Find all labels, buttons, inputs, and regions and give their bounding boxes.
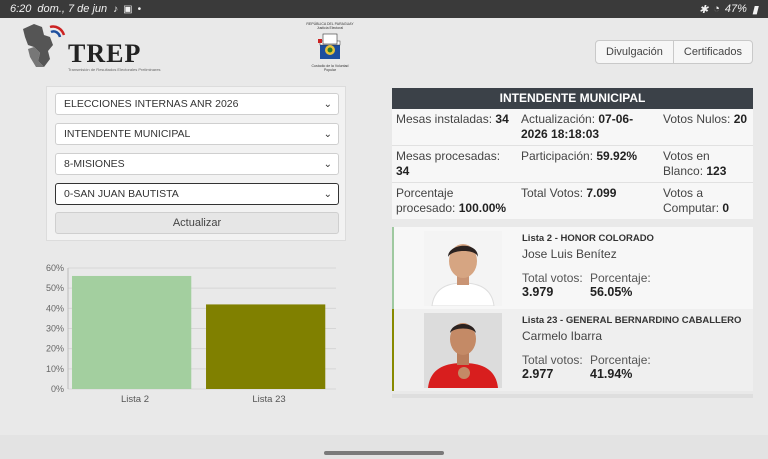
- certificados-button[interactable]: Certificados: [672, 41, 752, 63]
- header-button-group: Divulgación Certificados: [595, 40, 753, 64]
- dot-icon: •: [137, 3, 142, 15]
- status-notification-icons: ♪ ▣ •: [113, 4, 141, 15]
- tiktok-icon: ♪: [113, 3, 119, 15]
- results-title: INTENDENTE MUNICIPAL: [392, 88, 753, 109]
- candidate-name: Carmelo Ibarra: [522, 329, 603, 343]
- candidate-total-votes: Total votos: 3.979: [522, 271, 583, 299]
- wifi-icon: ◔: [713, 3, 720, 15]
- y-tick-label: 50%: [46, 283, 64, 293]
- logo-text: TREP: [68, 39, 142, 68]
- candidate-card: Lista 2 - HONOR COLORADO Jose Luis Benít…: [392, 227, 753, 309]
- chevron-down-icon: ⌄: [323, 99, 332, 110]
- candidate-photo: [424, 313, 502, 388]
- battery-icon: ▮: [751, 3, 758, 16]
- chevron-down-icon: ⌄: [323, 159, 332, 170]
- crest-bottom-text: Custodio de la Voluntad Popular: [311, 64, 349, 72]
- stat-mesas-instaladas: Mesas instaladas: 34: [392, 109, 517, 146]
- y-tick-label: 60%: [46, 263, 64, 273]
- y-tick-label: 10%: [46, 364, 64, 374]
- candidate-percentage: Porcentaje: 56.05%: [590, 271, 651, 299]
- stat-porcentaje-procesado: Porcentaje procesado: 100.00%: [396, 186, 507, 215]
- candidate-total-votes: Total votos: 2.977: [522, 353, 583, 381]
- results-panel: INTENDENTE MUNICIPAL Mesas instaladas: 3…: [392, 88, 753, 391]
- person-photo-icon: [424, 231, 502, 306]
- trep-logo[interactable]: TREP Transmisión de Resultados Electoral…: [20, 21, 161, 72]
- position-select-value: INTENDENTE MUNICIPAL: [64, 128, 191, 140]
- x-tick-label: Lista 2: [121, 394, 149, 405]
- status-date: dom., 7 de jun: [37, 3, 108, 15]
- chevron-down-icon: ⌄: [323, 189, 332, 200]
- candidate-photo: [424, 231, 502, 306]
- stat-total-votos: Total Votos: 7.099: [521, 186, 617, 200]
- person-photo-icon: [424, 313, 502, 388]
- y-tick-label: 20%: [46, 344, 64, 354]
- election-select[interactable]: ELECCIONES INTERNAS ANR 2026 ⌄: [55, 93, 339, 115]
- ballot-box-icon: [318, 33, 341, 59]
- divulgacion-button[interactable]: Divulgación: [596, 41, 673, 63]
- candidate-percentage: Porcentaje: 41.94%: [590, 353, 651, 381]
- y-tick-label: 30%: [46, 324, 64, 334]
- y-tick-label: 40%: [46, 303, 64, 313]
- footer-band: [0, 435, 768, 459]
- candidate-card: Lista 23 - GENERAL BERNARDINO CABALLERO …: [392, 309, 753, 391]
- bar: [72, 275, 192, 389]
- candidate-totals: Total votos: 3.979 Porcentaje: 56.05%: [522, 271, 752, 299]
- status-right: ✱ ◔ 47% ▮: [699, 3, 758, 16]
- candidate-info: Lista 2 - HONOR COLORADO Jose Luis Benít…: [522, 233, 752, 299]
- filter-panel: ELECCIONES INTERNAS ANR 2026 ⌄ INTENDENT…: [46, 86, 346, 241]
- department-select-value: 8-MISIONES: [64, 158, 125, 170]
- stat-votos-blanco: Votos en Blanco: 123: [659, 146, 753, 183]
- x-tick-label: Lista 23: [252, 394, 285, 405]
- bluetooth-icon: ✱: [699, 3, 709, 16]
- status-bar: 6:20 dom., 7 de jun ♪ ▣ • ✱ ◔ 47% ▮: [0, 0, 768, 18]
- candidate-name: Jose Luis Benítez: [522, 247, 617, 261]
- results-stats: Mesas instaladas: 34 Actualización: 07-0…: [392, 109, 753, 219]
- candidate-lista: Lista 2 - HONOR COLORADO: [522, 233, 654, 244]
- gallery-icon: ▣: [123, 3, 133, 15]
- stat-mesas-procesadas: Mesas procesadas: 34: [392, 146, 517, 183]
- district-select[interactable]: 0-SAN JUAN BAUTISTA ⌄: [55, 183, 339, 205]
- status-time: 6:20: [10, 3, 32, 15]
- stat-votos-nulos: Votos Nulos: 20: [659, 109, 753, 146]
- results-bottom-divider: [392, 394, 753, 398]
- candidate-info: Lista 23 - GENERAL BERNARDINO CABALLERO …: [522, 315, 752, 381]
- position-select[interactable]: INTENDENTE MUNICIPAL ⌄: [55, 123, 339, 145]
- gesture-nav-handle[interactable]: [324, 451, 444, 455]
- stat-votos-computar: Votos a Computar: 0: [663, 186, 730, 215]
- y-tick-label: 0%: [51, 384, 64, 394]
- paraguay-map-icon: [23, 24, 66, 67]
- logo-subtitle: Transmisión de Resultados Electorales Pr…: [68, 67, 161, 72]
- stat-actualizacion: Actualización: 07-06-2026 18:18:03: [517, 109, 659, 146]
- justicia-electoral-crest: REPÚBLICA DEL PARAGUAY Justicia Electora…: [306, 22, 354, 74]
- candidate-totals: Total votos: 2.977 Porcentaje: 41.94%: [522, 353, 752, 381]
- bar: [206, 304, 326, 389]
- battery-level: 47%: [724, 3, 747, 15]
- update-button[interactable]: Actualizar: [55, 212, 339, 234]
- results-bar-chart: 0% 10% 20% 30% 40% 50% 60% Lista 2 Lista 23: [46, 263, 336, 405]
- page-header: TREP Transmisión de Resultados Electoral…: [0, 18, 768, 80]
- district-select-value: 0-SAN JUAN BAUTISTA: [64, 188, 179, 200]
- crest-top-text-2: Justicia Electoral: [316, 26, 344, 30]
- stat-participacion: Participación: 59.92%: [517, 146, 659, 183]
- department-select[interactable]: 8-MISIONES ⌄: [55, 153, 339, 175]
- election-select-value: ELECCIONES INTERNAS ANR 2026: [64, 98, 239, 110]
- chevron-down-icon: ⌄: [323, 129, 332, 140]
- candidate-lista: Lista 23 - GENERAL BERNARDINO CABALLERO: [522, 315, 742, 326]
